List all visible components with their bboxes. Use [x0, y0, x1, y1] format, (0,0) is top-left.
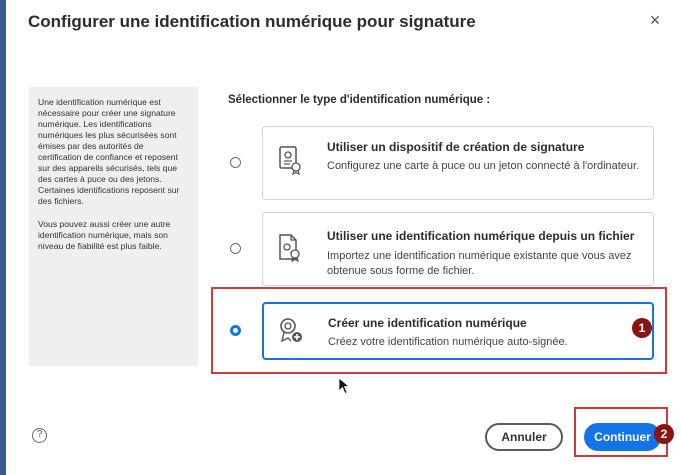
id-type-label: Sélectionner le type d'identification nu…	[228, 94, 491, 106]
option-description: Créez votre identification numérique aut…	[328, 336, 568, 348]
option-title: Utiliser une identification numérique de…	[327, 229, 635, 243]
mouse-cursor-icon	[338, 377, 350, 395]
info-paragraph-2: Vous pouvez aussi créer une autre identi…	[38, 219, 171, 251]
cancel-button[interactable]: Annuler	[485, 423, 563, 451]
signature-id-dialog: Configurer une identification numérique …	[6, 0, 681, 475]
file-certificate-icon	[279, 234, 300, 263]
option-description: Importez une identification numérique ex…	[327, 250, 632, 277]
create-certificate-icon	[280, 318, 302, 343]
step-badge-2: 2	[654, 424, 674, 444]
option-create-id[interactable]: Créer une identification numérique Créez…	[262, 302, 654, 360]
step-badge-1: 1	[632, 318, 652, 338]
radio-create-id[interactable]	[230, 325, 241, 336]
radio-file-id[interactable]	[230, 243, 241, 254]
option-signature-device[interactable]: Utiliser un dispositif de création de si…	[262, 126, 654, 200]
help-icon[interactable]: ?	[32, 428, 47, 443]
option-description: Configurez une carte à puce ou un jeton …	[327, 160, 640, 172]
option-title: Utiliser un dispositif de création de si…	[327, 140, 585, 154]
dialog-title: Configurer une identification numérique …	[28, 12, 476, 31]
radio-signature-device[interactable]	[230, 157, 241, 168]
info-paragraph-1: Une identification numérique est nécessa…	[38, 97, 180, 206]
info-panel: Une identification numérique est nécessa…	[29, 87, 198, 366]
close-icon[interactable]: ×	[645, 10, 665, 30]
option-file-id[interactable]: Utiliser une identification numérique de…	[262, 212, 654, 286]
continue-button[interactable]: Continuer	[584, 423, 661, 451]
smartcard-certificate-icon	[279, 146, 301, 175]
option-title: Créer une identification numérique	[328, 316, 527, 330]
